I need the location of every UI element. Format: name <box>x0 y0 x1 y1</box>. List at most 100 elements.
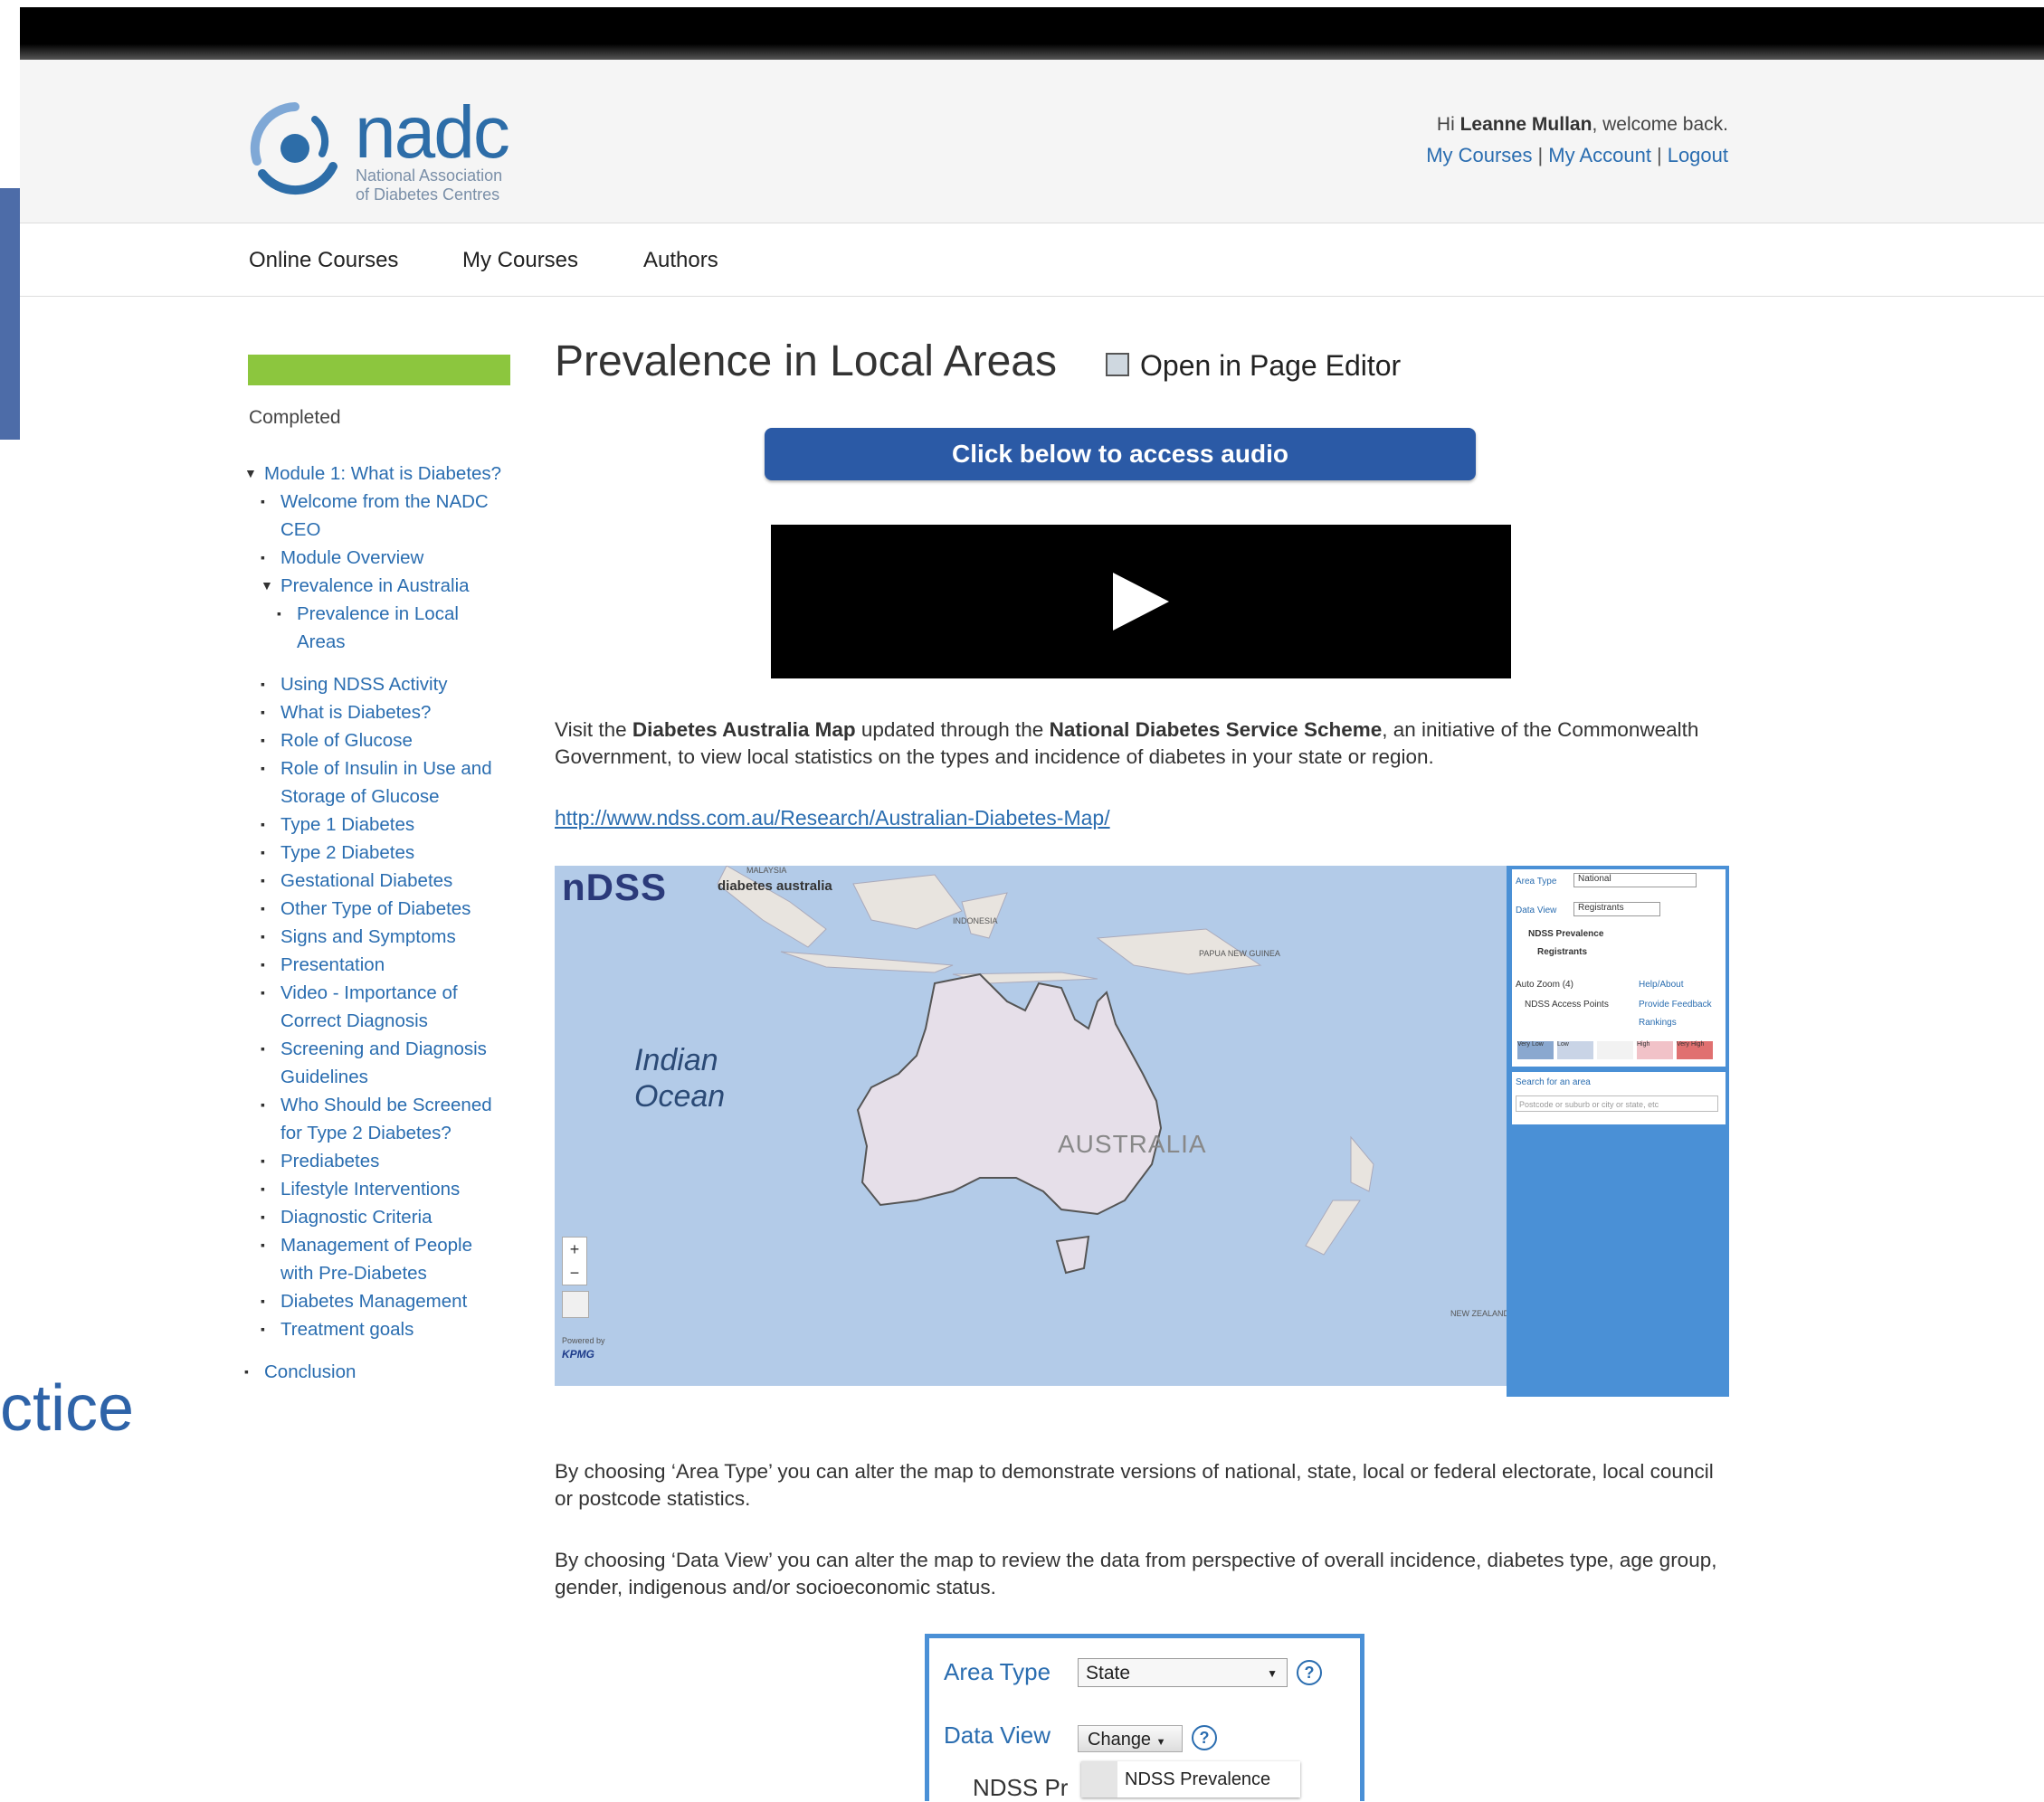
course-tree-label: Who Should be Screened <box>280 1095 492 1115</box>
intro-text-1: Visit the <box>555 718 632 741</box>
bullet-icon: ▪ <box>261 705 265 719</box>
course-tree-item[interactable]: ▪ Role of Insulin in Use and <box>261 754 492 782</box>
course-tree-item[interactable]: ▪ Treatment goals <box>261 1315 414 1343</box>
course-tree-item[interactable]: ▪ Signs and Symptoms <box>261 923 456 951</box>
course-tree-item[interactable]: ▪ Management of People <box>261 1231 472 1259</box>
course-tree-item[interactable]: ▪ Who Should be Screened <box>261 1091 492 1119</box>
widget-change-label: Change <box>1088 1730 1152 1750</box>
course-tree-label: What is Diabetes? <box>280 702 432 723</box>
chevron-down-icon: ▼ <box>1267 1667 1278 1680</box>
course-tree-label: Correct Diagnosis <box>280 1010 428 1031</box>
course-tree-item[interactable]: ▪ Diagnostic Criteria <box>261 1203 432 1231</box>
course-tree-item[interactable]: ▪ What is Diabetes? <box>261 698 431 726</box>
access-audio-button[interactable]: Click below to access audio <box>765 428 1476 480</box>
greeting-suffix: , welcome back. <box>1592 114 1728 135</box>
diabetes-australia-logo: diabetes australia <box>718 878 832 894</box>
course-tree-label: Role of Glucose <box>280 730 413 751</box>
nav-my-courses[interactable]: My Courses <box>462 248 578 273</box>
ndss-map-link[interactable]: http://www.ndss.com.au/Research/Australi… <box>555 806 1110 830</box>
nav-online-courses[interactable]: Online Courses <box>249 248 398 273</box>
widget-area-type-value: State <box>1086 1663 1131 1683</box>
nav-authors[interactable]: Authors <box>643 248 718 273</box>
help-icon: ? <box>1297 1660 1322 1685</box>
course-tree-label: Using NDSS Activity <box>280 674 448 695</box>
course-tree-item[interactable]: ▪ Type 1 Diabetes <box>261 811 414 839</box>
bullet-icon: ▪ <box>244 1364 249 1379</box>
course-tree-label: CEO <box>280 519 321 540</box>
edit-page-icon <box>1106 352 1129 376</box>
course-tree-item[interactable]: ▪ Type 2 Diabetes <box>261 839 414 867</box>
panel-area-type-label: Area Type <box>1516 877 1557 887</box>
course-tree-item[interactable]: ▪ Other Type of Diabetes <box>261 895 471 923</box>
map-label-nz: NEW ZEALAND <box>1450 1309 1510 1318</box>
top-black-bar <box>20 7 2044 60</box>
open-page-editor-link[interactable]: Open in Page Editor <box>1106 349 1401 383</box>
panel-feedback-link: Provide Feedback <box>1639 1000 1712 1010</box>
course-tree-item[interactable]: ▪ Presentation <box>261 951 385 979</box>
course-tree-item[interactable]: ▪ Prediabetes <box>261 1147 379 1175</box>
background-slide-strip <box>0 188 20 440</box>
course-tree-label: Lifestyle Interventions <box>280 1179 461 1200</box>
powered-by-label: Powered by <box>562 1336 605 1345</box>
course-tree-item[interactable]: ▪ Module Overview <box>261 544 423 572</box>
help-icon: ? <box>1192 1725 1217 1750</box>
course-tree-item[interactable]: ▪ Gestational Diabetes <box>261 867 452 895</box>
map-label-png: PAPUA NEW GUINEA <box>1199 949 1280 958</box>
intro-bold-2: National Diabetes Service Scheme <box>1049 718 1383 741</box>
legend-very-low: Very Low <box>1517 1041 1554 1059</box>
ocean-label-1: Indian <box>634 1043 718 1077</box>
course-tree-label: Other Type of Diabetes <box>280 898 471 919</box>
ocean-label-2: Ocean <box>634 1079 726 1114</box>
panel-heading: NDSS Prevalence <box>1528 929 1604 939</box>
bullet-icon: ▪ <box>261 677 265 691</box>
layers-icon <box>562 1291 589 1318</box>
course-tree-item[interactable]: ▪ Diabetes Management <box>261 1287 467 1315</box>
course-tree-label: Video - Importance of <box>280 982 458 1003</box>
widget-area-type-select: State ▼ <box>1078 1658 1288 1687</box>
logout-link[interactable]: Logout <box>1668 144 1728 166</box>
widget-dropdown-item: NDSS Prevalence <box>1125 1769 1271 1789</box>
course-tree-item[interactable]: ▪ Using NDSS Activity <box>261 670 448 698</box>
course-tree-item[interactable]: ▪ Role of Glucose <box>261 726 413 754</box>
nadc-logo-icon[interactable] <box>244 98 346 204</box>
logo-wordmark[interactable]: nadc <box>355 90 510 175</box>
course-tree-label: Prediabetes <box>280 1151 380 1171</box>
bullet-icon: ▪ <box>261 817 265 831</box>
course-tree-label: Type 1 Diabetes <box>280 814 415 835</box>
expand-arrow-icon: ▼ <box>261 578 273 593</box>
course-tree-item[interactable]: ▼ Module 1: What is Diabetes? <box>244 460 501 488</box>
bullet-icon: ▪ <box>261 1181 265 1196</box>
my-account-link[interactable]: My Account <box>1548 144 1651 166</box>
course-tree-item[interactable]: ▼ Prevalence in Australia <box>261 572 470 600</box>
panel-auto-zoom: Auto Zoom (4) <box>1516 980 1573 990</box>
bullet-icon: ▪ <box>261 1238 265 1252</box>
course-tree-label: for Type 2 Diabetes? <box>280 1123 452 1143</box>
logo-subtitle: National Association of Diabetes Centres <box>356 166 502 204</box>
course-tree-label: Guidelines <box>280 1067 368 1087</box>
diabetes-map-image: nDSS diabetes australia MALAYSIA INDONES… <box>555 866 1729 1397</box>
course-tree-item: Storage of Glucose <box>261 782 440 811</box>
widget-dropdown-menu: NDSS Prevalence <box>1081 1761 1300 1797</box>
course-tree-item[interactable]: ▪ Conclusion <box>244 1358 356 1386</box>
course-tree-item: Guidelines <box>261 1063 368 1091</box>
course-tree-item[interactable]: ▪ Lifestyle Interventions <box>261 1175 460 1203</box>
my-courses-link[interactable]: My Courses <box>1426 144 1532 166</box>
data-view-paragraph: By choosing ‘Data View’ you can alter th… <box>555 1549 1717 1598</box>
play-icon[interactable] <box>1113 573 1169 631</box>
ndss-logo: nDSS <box>562 866 668 908</box>
course-tree-item[interactable]: ▪ Prevalence in Local <box>277 600 459 628</box>
course-tree-item[interactable]: ▪ Welcome from the NADC <box>261 488 489 516</box>
course-tree-label: Type 2 Diabetes <box>280 842 415 863</box>
course-tree-label: Welcome from the NADC <box>280 491 489 512</box>
course-tree-label: Role of Insulin in Use and <box>280 758 492 779</box>
course-tree-label: Presentation <box>280 954 385 975</box>
map-footer-strip <box>555 1386 1507 1397</box>
course-tree-item[interactable]: ▪ Video - Importance of <box>261 979 458 1007</box>
course-tree-item[interactable]: ▪ Screening and Diagnosis <box>261 1035 487 1063</box>
bullet-icon: ▪ <box>261 1097 265 1112</box>
map-control-panel: Area Type National Data View Registrants… <box>1507 866 1729 1397</box>
legend-high: High <box>1637 1041 1673 1059</box>
legend-mid <box>1597 1041 1633 1059</box>
bullet-icon: ▪ <box>261 1041 265 1056</box>
audio-player[interactable] <box>771 525 1511 678</box>
